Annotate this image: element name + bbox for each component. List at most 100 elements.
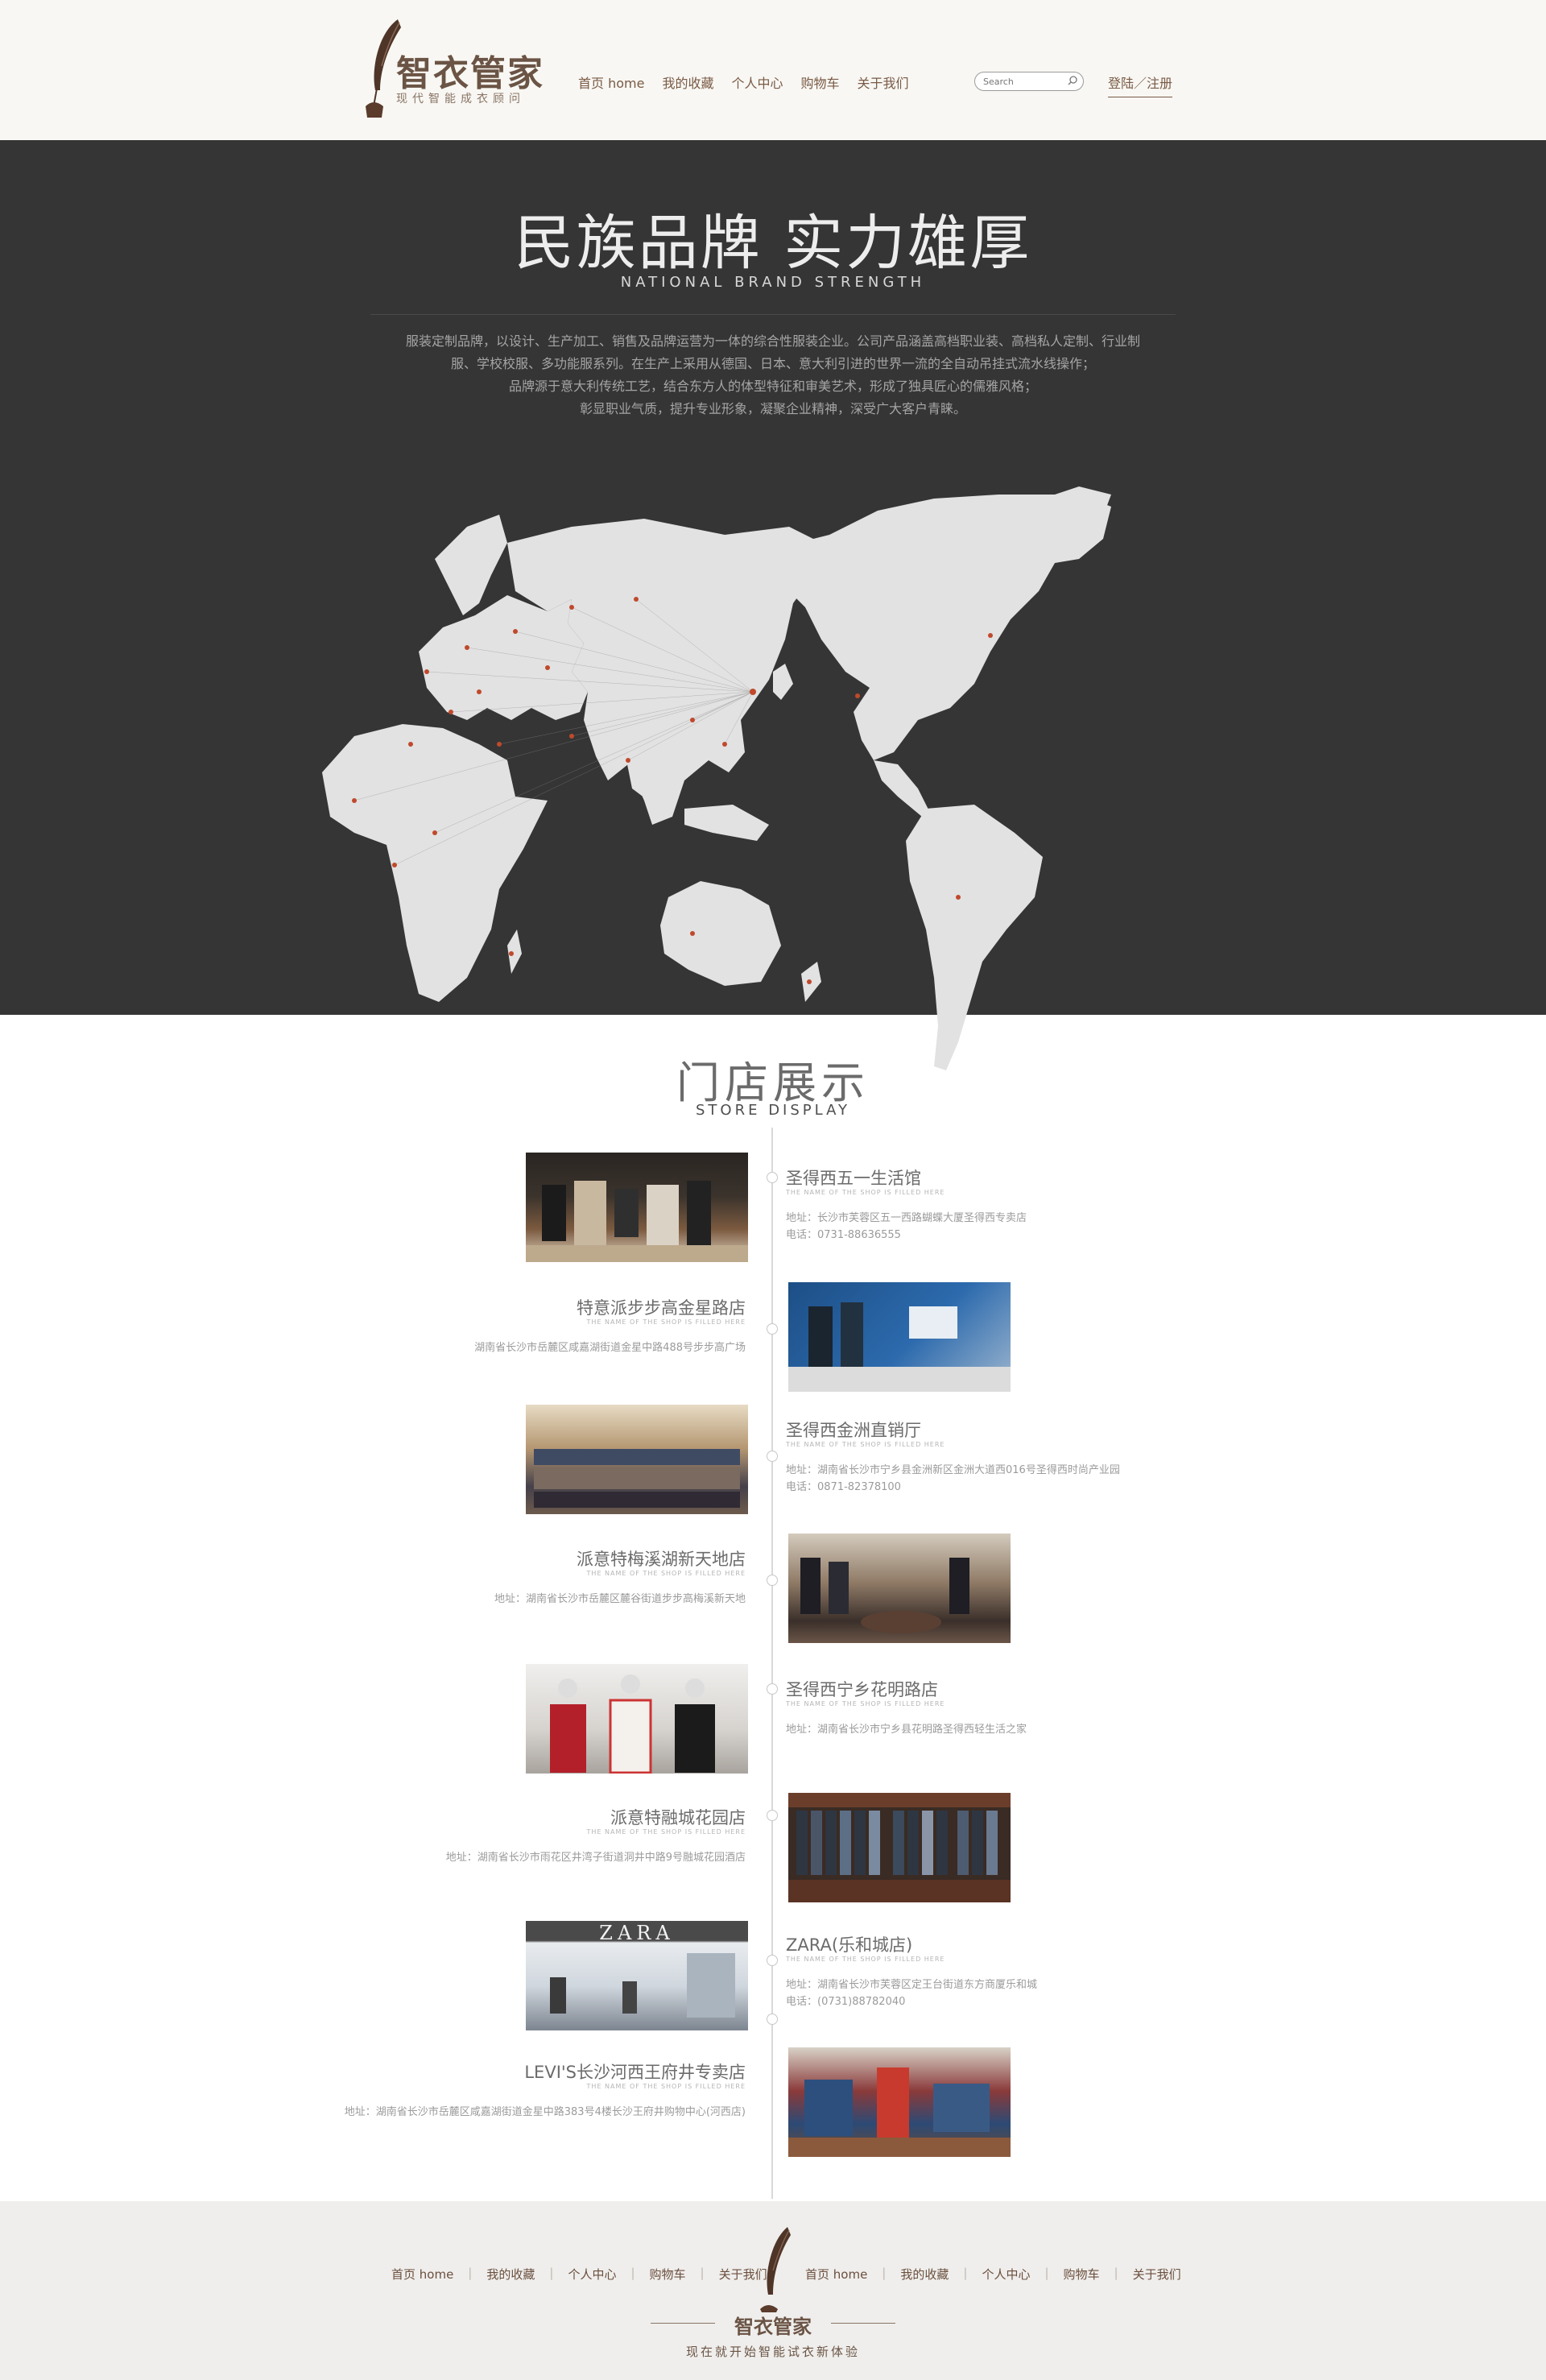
footer-nav-personal-center[interactable]: 个人中心 [982, 2266, 1030, 2283]
store-name-en: THE NAME OF THE SHOP IS FILLED HERE [586, 1570, 746, 1577]
clothes-rack-image [788, 1793, 1011, 1902]
world-map-land [322, 486, 1111, 1070]
store-name: 派意特梅溪湖新天地店 [577, 1550, 746, 1569]
brand-desc-line: 彰显职业气质，提升专业形象，凝聚企业精神，深受广大客户青睐。 [579, 401, 966, 416]
world-map [322, 486, 1111, 1070]
divider [370, 314, 1176, 315]
brand-title: 民族品牌 实力雄厚 [514, 209, 1032, 278]
nav-favorites[interactable]: 我的收藏 [662, 72, 713, 92]
nav-about[interactable]: 关于我们 [858, 72, 909, 92]
footer-nav-home[interactable]: 首页 home [391, 2266, 453, 2283]
footer-nav-personal-center[interactable]: 个人中心 [568, 2266, 616, 2283]
store-name: 派意特融城花园店 [610, 1808, 746, 1827]
footer-nav-home[interactable]: 首页 home [805, 2266, 867, 2283]
store-photo[interactable] [788, 2047, 1011, 2157]
store-interior-image [550, 1674, 715, 1774]
nav-separator: | [700, 2266, 705, 2280]
footer-nav-cart[interactable]: 购物车 [1064, 2266, 1100, 2283]
brand-desc-line: 品牌源于意大利传统工艺，结合东方人的体型特征和审美艺术，形成了独具匠心的儒雅风格… [508, 379, 1037, 394]
store-photo[interactable]: ZARA [526, 1921, 748, 2030]
logo-subtitle: 现代智能成衣顾问 [396, 93, 525, 106]
site-footer: 首页 home | 我的收藏 | 个人中心 | 购物车 | 关于我们 首页 home | … [0, 2201, 1546, 2380]
nav-home[interactable]: 首页 home [578, 72, 644, 92]
brand-subtitle: NATIONAL BRAND STRENGTH [620, 274, 926, 291]
store-interior-image [526, 1181, 748, 1262]
store-name-en: THE NAME OF THE SHOP IS FILLED HERE [786, 1700, 945, 1707]
nav-separator: | [1114, 2266, 1118, 2280]
brand-description: 服装定制品牌，以设计、生产加工、销售及品牌运营为一体的综合性服装企业。公司产品涵… [378, 330, 1168, 420]
timeline-line [771, 1128, 773, 2199]
brand-desc-line: 服、学校校服、多功能服系列。在生产上采用从德国、日本、意大利引进的世界一流的全自… [450, 356, 1095, 371]
store-phone: 电话：0871-82378100 [786, 1481, 901, 1493]
footer-nav-left: 首页 home | 我的收藏 | 个人中心 | 购物车 | 关于我们 [391, 2266, 767, 2283]
store-address: 地址：湖南省长沙市雨花区井湾子街道洞井中路9号融城花园酒店 [445, 1852, 746, 1864]
store-section-subtitle: STORE DISPLAY [696, 1102, 850, 1119]
store-photo[interactable] [526, 1664, 748, 1774]
timeline-dot [767, 1323, 778, 1335]
store-name: 圣得西五一生活馆 [786, 1169, 921, 1188]
timeline-dot [767, 1955, 778, 1966]
nav-cart[interactable]: 购物车 [800, 72, 839, 92]
store-info: 地址：湖南省长沙市雨花区井湾子街道洞井中路9号融城花园酒店 [446, 1849, 746, 1866]
logo-title: 智衣管家 [396, 53, 544, 94]
store-photo[interactable] [526, 1405, 748, 1514]
footer-nav-right: 首页 home | 我的收藏 | 个人中心 | 购物车 | 关于我们 [805, 2266, 1181, 2283]
store-interior-image [788, 1302, 1011, 1392]
store-info: 地址：湖南省长沙市岳麓区咸嘉湖街道金星中路383号4楼长沙王府井购物中心(河西店… [345, 2104, 746, 2121]
store-info: 地址：长沙市芙蓉区五一西路蝴蝶大厦圣得西专卖店 电话：0731-88636555 [786, 1210, 1027, 1244]
footer-nav-cart[interactable]: 购物车 [650, 2266, 686, 2283]
store-info: 湖南省长沙市岳麓区咸嘉湖街道金星中路488号步步高广场 [474, 1339, 746, 1356]
nav-separator: | [630, 2266, 635, 2280]
timeline-dot [767, 1575, 778, 1586]
timeline-dot [767, 1683, 778, 1695]
search-icon[interactable] [1067, 75, 1078, 86]
site-logo[interactable]: 智衣管家 现代智能成衣顾问 [362, 16, 572, 121]
store-interior-image [534, 1449, 740, 1508]
main-nav: 首页 home 我的收藏 个人中心 购物车 关于我们 [578, 72, 909, 92]
store-photo[interactable] [788, 1282, 1011, 1392]
store-name-en: THE NAME OF THE SHOP IS FILLED HERE [586, 2083, 746, 2090]
footer-nav-about[interactable]: 关于我们 [1133, 2266, 1181, 2283]
nav-separator: | [963, 2266, 968, 2280]
store-address: 地址：湖南省长沙市岳麓区咸嘉湖街道金星中路383号4楼长沙王府井购物中心(河西店… [344, 2106, 746, 2118]
store-phone: 电话：(0731)88782040 [786, 1996, 906, 2008]
store-phone: 电话：0731-88636555 [786, 1229, 901, 1241]
store-photo[interactable] [526, 1153, 748, 1262]
store-name-en: THE NAME OF THE SHOP IS FILLED HERE [586, 1828, 746, 1836]
timeline-dot [767, 1451, 778, 1462]
search-box [974, 72, 1084, 91]
footer-nav-favorites[interactable]: 我的收藏 [900, 2266, 949, 2283]
store-address: 地址：湖南省长沙市岳麓区麓谷街道步步高梅溪新天地 [494, 1593, 746, 1605]
nav-separator: | [549, 2266, 554, 2280]
store-address: 湖南省长沙市岳麓区咸嘉湖街道金星中路488号步步高广场 [474, 1342, 746, 1354]
divider [831, 2323, 895, 2324]
store-info: 地址：湖南省长沙市宁乡县金洲新区金洲大道西016号圣得西时尚产业园 电话：087… [786, 1462, 1120, 1496]
nav-personal-center[interactable]: 个人中心 [731, 72, 783, 92]
store-name-en: THE NAME OF THE SHOP IS FILLED HERE [786, 1441, 945, 1448]
store-interior-image [788, 2067, 1011, 2157]
nav-separator: | [882, 2266, 887, 2280]
store-info: 地址：湖南省长沙市芙蓉区定王台街道东方商厦乐和城 电话：(0731)887820… [786, 1976, 1037, 2010]
nav-separator: | [468, 2266, 473, 2280]
store-interior-image [800, 1558, 969, 1633]
brand-desc-line: 服装定制品牌，以设计、生产加工、销售及品牌运营为一体的综合性服装企业。公司产品涵… [405, 333, 1140, 349]
store-address: 地址：湖南省长沙市宁乡县花明路圣得西轻生活之家 [786, 1724, 1027, 1736]
store-photo[interactable] [788, 1534, 1011, 1643]
store-info: 地址：湖南省长沙市宁乡县花明路圣得西轻生活之家 [786, 1721, 1027, 1738]
nav-separator: | [1044, 2266, 1049, 2280]
store-name: ZARA(乐和城店) [786, 1935, 913, 1955]
store-info: 地址：湖南省长沙市岳麓区麓谷街道步步高梅溪新天地 [494, 1591, 746, 1608]
login-register-link[interactable]: 登陆／注册 [1108, 72, 1173, 97]
store-interior-image [550, 1953, 735, 2018]
store-photo[interactable] [788, 1793, 1011, 1902]
timeline-dot [767, 2014, 778, 2025]
search-input[interactable] [975, 72, 1060, 91]
store-address: 地址：长沙市芙蓉区五一西路蝴蝶大厦圣得西专卖店 [786, 1212, 1027, 1224]
store-address: 地址：湖南省长沙市宁乡县金洲新区金洲大道西016号圣得西时尚产业园 [786, 1464, 1120, 1476]
timeline-dot [767, 1810, 778, 1821]
footer-logo-title: 智衣管家 [734, 2315, 812, 2338]
footer-slogan: 现在就开始智能试衣新体验 [685, 2345, 860, 2359]
footer-nav-favorites[interactable]: 我的收藏 [486, 2266, 535, 2283]
store-name: 圣得西宁乡花明路店 [786, 1680, 938, 1699]
store-name-en: THE NAME OF THE SHOP IS FILLED HERE [586, 1318, 746, 1326]
